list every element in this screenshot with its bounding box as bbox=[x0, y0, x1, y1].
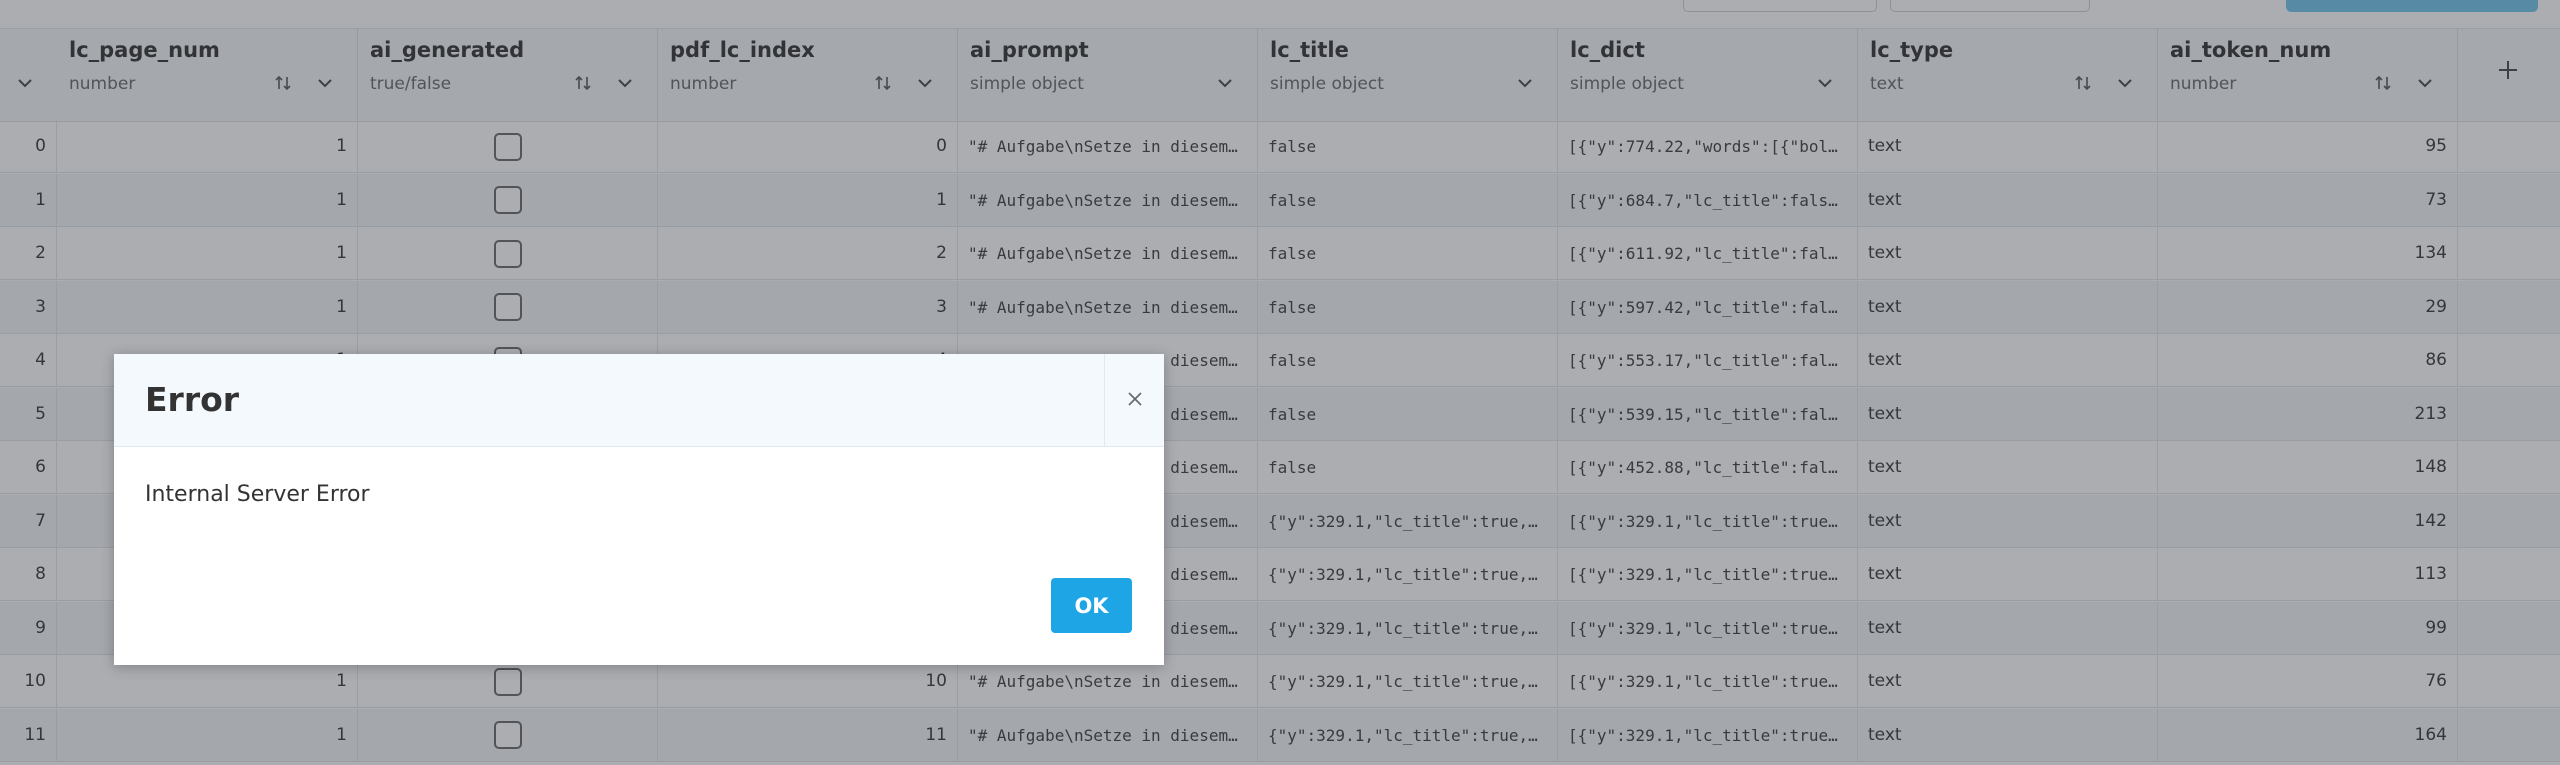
error-dialog: Error Internal Server Error OK bbox=[114, 354, 1164, 665]
dialog-header: Error bbox=[114, 354, 1164, 447]
dialog-title: Error bbox=[145, 380, 240, 419]
ok-button[interactable]: OK bbox=[1051, 578, 1132, 633]
dialog-message: Internal Server Error bbox=[145, 482, 370, 507]
data-grid-app: lc_page_num number ai_generated true/false p… bbox=[0, 0, 2560, 765]
dialog-close-button[interactable] bbox=[1104, 354, 1164, 446]
close-icon bbox=[1127, 391, 1142, 410]
